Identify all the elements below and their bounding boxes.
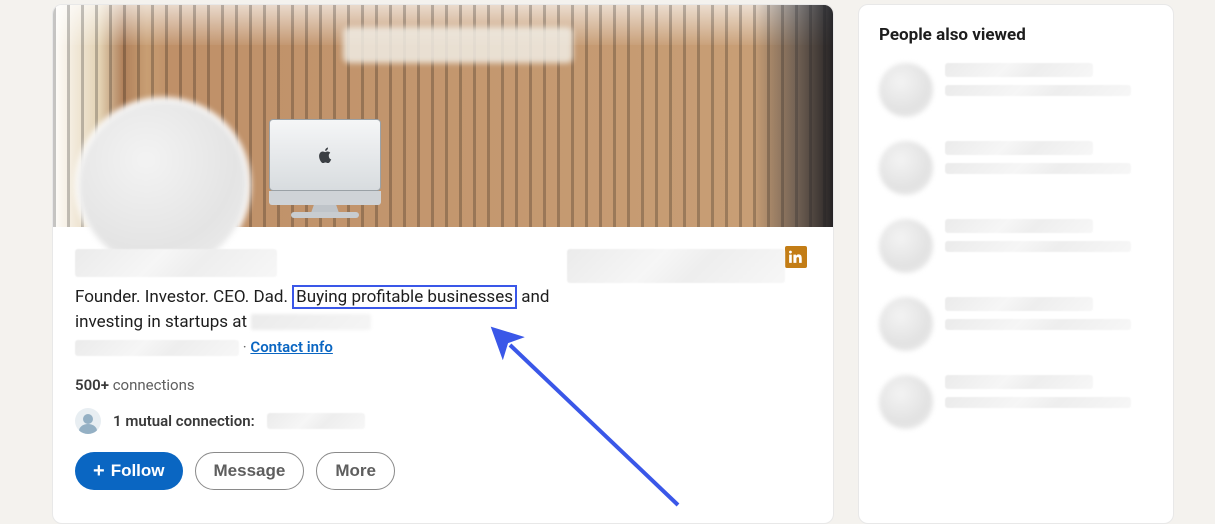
follow-label: Follow	[111, 461, 165, 481]
connections-count[interactable]: 500+ connections	[75, 376, 811, 394]
suggested-title-redacted	[945, 85, 1131, 96]
cover-imac-graphic	[249, 119, 409, 227]
suggested-name-redacted	[945, 219, 1093, 233]
location-contact-row: · Contact info	[75, 338, 811, 356]
suggested-name-redacted	[945, 297, 1093, 311]
suggested-title-redacted	[945, 397, 1131, 408]
suggested-name-redacted	[945, 375, 1093, 389]
suggested-person[interactable]	[879, 63, 1153, 117]
profile-card: Founder. Investor. CEO. Dad. Buying prof…	[52, 4, 834, 524]
suggested-name-redacted	[945, 63, 1093, 77]
avatar-icon	[75, 408, 101, 434]
avatar-redacted	[879, 141, 933, 195]
profile-name-redacted	[75, 249, 277, 277]
headline-prefix: Founder. Investor. CEO. Dad.	[75, 287, 288, 307]
sidebar-title: People also viewed	[879, 25, 1153, 45]
avatar-redacted	[879, 297, 933, 351]
suggested-person[interactable]	[879, 297, 1153, 351]
company-redacted	[567, 249, 785, 283]
headline-highlighted: Buying profitable businesses	[292, 285, 517, 309]
contact-info-link[interactable]: Contact info	[250, 338, 332, 356]
avatar-redacted	[879, 219, 933, 273]
suggested-name-redacted	[945, 141, 1093, 155]
suggested-person[interactable]	[879, 375, 1153, 429]
action-buttons: + Follow Message More	[75, 452, 811, 490]
suggested-title-redacted	[945, 163, 1131, 174]
apple-icon	[319, 147, 333, 163]
people-also-viewed-card: People also viewed	[858, 4, 1174, 524]
suggested-title-redacted	[945, 319, 1131, 330]
mutual-connections-row[interactable]: 1 mutual connection:	[75, 408, 811, 434]
suggested-title-redacted	[945, 241, 1131, 252]
profile-headline: Founder. Investor. CEO. Dad. Buying prof…	[75, 285, 595, 334]
cover-overlay-redacted	[343, 27, 573, 63]
mutual-count: 1	[113, 412, 122, 430]
separator: ·	[243, 338, 247, 356]
follow-button[interactable]: + Follow	[75, 452, 183, 490]
message-button[interactable]: Message	[195, 452, 305, 490]
headline-company-redacted	[251, 314, 371, 330]
avatar-redacted	[879, 375, 933, 429]
connections-number: 500+	[75, 376, 109, 394]
plus-icon: +	[93, 461, 105, 481]
suggested-person[interactable]	[879, 141, 1153, 195]
location-redacted	[75, 340, 239, 356]
connections-word: connections	[113, 376, 195, 394]
mutual-name-redacted	[267, 413, 365, 429]
mutual-label: mutual connection:	[125, 412, 254, 430]
suggested-person[interactable]	[879, 219, 1153, 273]
more-button[interactable]: More	[316, 452, 395, 490]
avatar-redacted	[879, 63, 933, 117]
